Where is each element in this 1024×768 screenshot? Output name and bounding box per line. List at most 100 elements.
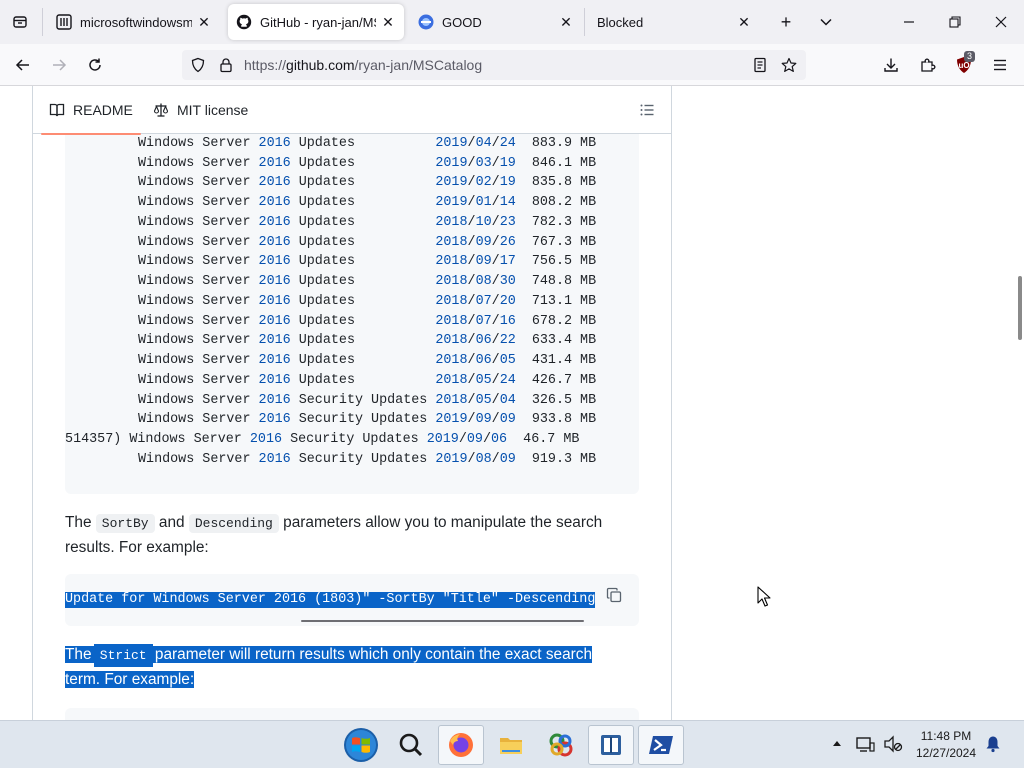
minimize-button[interactable]: [886, 0, 932, 44]
code-number: 2016: [258, 175, 291, 191]
code-number: 2016: [258, 195, 291, 210]
code-block-sortby-example[interactable]: Update for Windows Server 2016 (1803)" -…: [65, 574, 639, 626]
code-number: 2016: [258, 155, 291, 171]
code-number: 30: [499, 274, 516, 289]
code-number: 06: [475, 353, 492, 368]
address-bar[interactable]: https://github.com/ryan-jan/MSCatalog: [182, 50, 806, 80]
application-menu-button[interactable]: [985, 50, 1015, 80]
code-text: Windows Server: [129, 432, 250, 447]
reader-view-icon[interactable]: [752, 57, 768, 78]
tab-license[interactable]: MIT license: [153, 86, 248, 134]
tab-readme[interactable]: README: [41, 86, 141, 135]
chevron-down-icon: [820, 18, 832, 26]
table-of-contents-button[interactable]: [637, 100, 657, 120]
volume-tray-button[interactable]: [882, 733, 904, 755]
settings-tool-app[interactable]: [538, 725, 584, 765]
tracking-protection-shield-icon[interactable]: [190, 57, 206, 78]
code-number: 19: [499, 155, 516, 171]
ublock-origin-button[interactable]: uO 3: [949, 50, 979, 80]
new-tab-button[interactable]: +: [772, 8, 800, 36]
license-tab-label: MIT license: [177, 102, 249, 118]
code-text: Updates: [290, 175, 428, 191]
code-number: 2016: [258, 392, 291, 408]
text: results. For example:: [65, 539, 209, 556]
code-number: 2018: [435, 234, 468, 250]
code-block-results[interactable]: Windows Server 2016 Updates 2019/05/19 8…: [65, 124, 639, 494]
bookmark-star-icon[interactable]: [781, 57, 797, 78]
code-text: Updates: [290, 155, 428, 171]
network-tray-button[interactable]: [854, 733, 876, 755]
url-text[interactable]: https://github.com/ryan-jan/MSCatalog: [244, 57, 482, 73]
powershell-app[interactable]: [638, 725, 684, 765]
code-number: 01: [475, 195, 492, 210]
code-line: Windows Server 2016 Updates 2019/02/19 8…: [138, 175, 597, 191]
show-hidden-icons-button[interactable]: [826, 733, 848, 755]
code-text: Updates: [290, 274, 428, 289]
code-number: 09: [475, 412, 492, 428]
code-number: 2016: [258, 412, 291, 428]
code-line: Windows Server 2016 Security Updates 201…: [138, 451, 597, 467]
tab-4[interactable]: Blocked ✕: [588, 4, 760, 40]
horizontal-scrollbar[interactable]: [301, 620, 584, 622]
code-number: 19: [499, 175, 516, 191]
start-button[interactable]: [338, 725, 384, 765]
example-command-text[interactable]: Update for Windows Server 2016 (1803)" -…: [65, 592, 596, 608]
code-line: Windows Server 2016 Security Updates 201…: [138, 412, 597, 428]
code-number: 2018: [435, 214, 468, 230]
tab-list-button[interactable]: [6, 9, 34, 35]
copy-button[interactable]: [605, 586, 623, 604]
code-number: 2016: [258, 214, 291, 230]
reload-button[interactable]: [80, 50, 110, 80]
list-all-tabs-button[interactable]: [812, 8, 840, 36]
url-host: github.com: [286, 57, 355, 73]
code-number: 2018: [435, 254, 468, 270]
code-number: 09: [475, 254, 492, 270]
download-icon: [884, 58, 898, 72]
close-tab-icon[interactable]: ✕: [736, 14, 752, 30]
downloads-button[interactable]: [876, 50, 906, 80]
clock[interactable]: 11:48 PM 12/27/2024: [906, 728, 986, 762]
code-text: Security Updates: [290, 451, 428, 467]
code-text: Windows Server: [138, 195, 259, 210]
close-tab-icon[interactable]: ✕: [558, 14, 574, 30]
forward-button[interactable]: [44, 50, 74, 80]
code-size: 46.7 MB: [523, 432, 580, 447]
tab-3[interactable]: GOOD ✕: [410, 4, 582, 40]
url-prefix: https://: [244, 57, 287, 73]
code-text: Windows Server: [138, 313, 259, 329]
code-number: 2016: [258, 293, 291, 309]
lock-icon[interactable]: [218, 57, 234, 78]
code-number: 2019: [435, 195, 468, 210]
extension-badge: 3: [964, 51, 976, 62]
search-button[interactable]: [388, 725, 434, 765]
close-tab-icon[interactable]: ✕: [196, 14, 212, 30]
extensions-button[interactable]: [913, 50, 943, 80]
tab-1[interactable]: microsoftwindowsmill ✕: [48, 4, 220, 40]
tab-2[interactable]: GitHub - ryan-jan/MSC ✕: [228, 4, 404, 40]
text: The: [65, 514, 96, 531]
notifications-button[interactable]: [982, 733, 1004, 755]
code-text: Updates: [290, 372, 428, 388]
close-tab-icon[interactable]: ✕: [380, 14, 396, 30]
code-number: 07: [475, 313, 492, 329]
code-line: Windows Server 2016 Updates 2018/09/26 7…: [138, 234, 597, 250]
tab-title: GOOD: [442, 14, 482, 30]
hamburger-menu-icon: [994, 59, 1006, 71]
code-text: Windows Server: [138, 234, 259, 250]
restore-button[interactable]: [932, 0, 978, 44]
firefox-app[interactable]: [438, 725, 484, 765]
code-block-strict-example[interactable]: [65, 708, 639, 720]
svg-text:uO: uO: [958, 61, 969, 70]
code-text: Updates: [290, 293, 428, 309]
vertical-scrollbar-thumb[interactable]: [1018, 276, 1022, 340]
reader-app[interactable]: [588, 725, 634, 765]
back-button[interactable]: [8, 50, 38, 80]
minimize-icon: [904, 21, 914, 23]
code-number: 23: [499, 214, 516, 230]
code-size: 835.8 MB: [531, 175, 597, 191]
file-explorer-app[interactable]: [488, 725, 534, 765]
code-line: Windows Server 2016 Updates 2019/03/19 8…: [138, 155, 597, 171]
close-window-button[interactable]: [978, 0, 1024, 44]
speaker-muted-icon: [884, 735, 903, 753]
code-number: 10: [475, 214, 492, 230]
